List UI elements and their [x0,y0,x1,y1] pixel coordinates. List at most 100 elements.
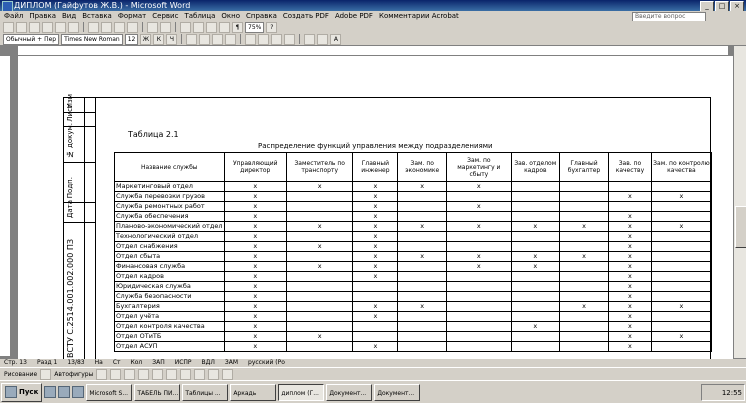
taskbar-item[interactable]: Документ... [374,383,421,401]
taskbar-item[interactable]: Microsoft S... [86,383,133,401]
taskbar-item[interactable]: Документ... [326,383,373,401]
menu-item[interactable]: Окно [221,11,240,21]
save-icon[interactable] [29,21,40,33]
fill-color-icon[interactable] [194,368,206,380]
mark-cell: x [608,211,652,222]
table-icon[interactable] [193,21,204,33]
taskbar-item-active[interactable]: диплом (Г... [278,383,325,401]
status-language: русский (Ро [248,359,285,366]
bold-icon[interactable]: Ж [140,33,152,45]
menu-item[interactable]: Правка [29,11,56,21]
taskbar-item[interactable]: ТАБЕЛЬ ПИ... [134,383,181,401]
line-color-icon[interactable] [208,368,220,380]
mark-cell [285,211,354,222]
column-header: Зам. по контролю качества [650,152,713,182]
font-color-icon[interactable] [222,368,234,380]
mark-cell [558,201,610,212]
font-size-select[interactable]: 12 [124,33,139,45]
font-select[interactable]: Times New Roman [61,33,123,45]
quicklaunch-icon[interactable] [44,386,57,398]
start-button[interactable]: Пуск [1,382,43,402]
title-bar: ДИПЛОМ (Гайфутов Ж.В.) - Microsoft Word … [0,0,746,12]
paste-icon[interactable] [114,21,125,33]
mark-cell: x [352,201,399,212]
status-flag[interactable]: ЗАП [152,359,164,367]
line-icon[interactable] [96,368,108,380]
taskbar-item[interactable]: Таблицы ... [182,383,229,401]
status-flag[interactable]: ЗАМ [225,359,238,367]
menu-item[interactable]: Формат [118,11,146,21]
vertical-ruler[interactable] [0,56,11,356]
status-flag[interactable]: ИСПР [175,359,192,367]
menu-item[interactable]: Вид [62,11,76,21]
autoshapes-menu[interactable]: Автофигуры [54,371,93,378]
underline-icon[interactable]: Ч [166,33,178,45]
rectangle-icon[interactable] [124,368,136,380]
table-row: Бухгалтерия x x x x x x [114,301,713,312]
font-color-icon[interactable]: A [330,33,342,45]
scrollbar-thumb[interactable] [735,206,746,248]
menu-item[interactable]: Файл [4,11,23,21]
wordart-icon[interactable] [166,368,178,380]
mark-cell: x [446,251,512,262]
service-name-cell: Технологический отдел [114,231,225,242]
mark-cell: x [352,221,399,232]
borders-icon[interactable] [304,33,316,45]
align-left-icon[interactable] [186,33,198,45]
mark-cell [397,311,448,322]
columns-icon[interactable] [206,21,217,33]
mark-cell [650,241,713,252]
menu-item[interactable]: Справка [246,11,277,21]
help-icon[interactable]: ? [266,21,278,33]
new-document-icon[interactable] [3,21,14,33]
vertical-scrollbar[interactable] [733,46,746,358]
bullets-icon[interactable] [258,33,270,45]
highlight-icon[interactable] [317,33,329,45]
spelling-icon[interactable] [68,21,79,33]
style-select[interactable]: Обычный + Пер [3,33,60,45]
mark-cell [285,191,354,202]
mark-cell: x [608,281,652,292]
clipart-icon[interactable] [180,368,192,380]
redo-icon[interactable] [160,21,171,33]
status-flag[interactable]: ВДЛ [202,359,215,367]
document-page[interactable]: Изм Лист № докум. Подп. Дата ВСТУ С.2514… [18,56,733,361]
menu-item[interactable]: Комментарии Acrobat [379,11,459,21]
increase-indent-icon[interactable] [284,33,296,45]
copy-icon[interactable] [101,21,112,33]
draw-menu[interactable]: Рисование [4,371,37,378]
align-center-icon[interactable] [199,33,211,45]
column-header: Зам. по экономике [397,152,448,182]
format-painter-icon[interactable] [127,21,138,33]
open-icon[interactable] [16,21,27,33]
print-icon[interactable] [42,21,53,33]
textbox-icon[interactable] [152,368,164,380]
hyperlink-icon[interactable] [180,21,191,33]
menu-item[interactable]: Таблица [184,11,215,21]
zoom-select[interactable]: 75% [245,21,265,33]
italic-icon[interactable]: К [153,33,165,45]
cut-icon[interactable] [88,21,99,33]
status-position: На [94,359,103,366]
drawing-icon[interactable] [219,21,230,33]
decrease-indent-icon[interactable] [271,33,283,45]
stamp-cell [84,202,95,223]
horizontal-ruler[interactable] [18,46,728,56]
menu-item[interactable]: Adobe PDF [335,11,373,21]
menu-item[interactable]: Вставка [82,11,112,21]
print-preview-icon[interactable] [55,21,66,33]
arrow-icon[interactable] [110,368,122,380]
justify-icon[interactable] [225,33,237,45]
quicklaunch-icon[interactable] [58,386,71,398]
menu-item[interactable]: Создать PDF [283,11,329,21]
taskbar-item[interactable]: Аркадь [230,383,277,401]
numbering-icon[interactable] [245,33,257,45]
align-right-icon[interactable] [212,33,224,45]
mark-cell [558,261,610,272]
menu-item[interactable]: Сервис [152,11,178,21]
quicklaunch-icon[interactable] [72,386,85,398]
show-hide-icon[interactable]: ¶ [232,21,243,33]
oval-icon[interactable] [138,368,150,380]
undo-icon[interactable] [147,21,158,33]
select-objects-icon[interactable] [40,368,52,380]
